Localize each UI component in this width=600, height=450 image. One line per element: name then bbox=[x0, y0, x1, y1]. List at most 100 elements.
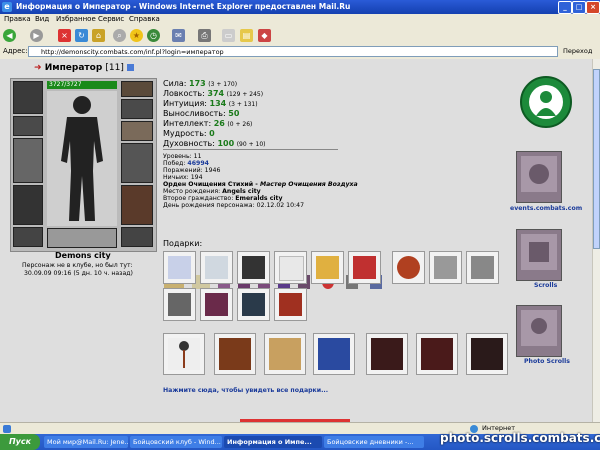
gift-item[interactable] bbox=[466, 251, 499, 284]
refresh-icon[interactable]: ↻ bbox=[75, 29, 88, 42]
gift-item-large[interactable] bbox=[466, 333, 508, 375]
silhouette-icon bbox=[61, 96, 103, 221]
task-button[interactable]: Мой мир@Mail.Ru: Jene... bbox=[44, 436, 128, 448]
favorites-star-icon[interactable]: ★ bbox=[130, 29, 143, 42]
events-link[interactable]: events.combats.com bbox=[510, 205, 582, 212]
gift-item[interactable] bbox=[237, 251, 270, 284]
info-icon[interactable] bbox=[127, 64, 135, 71]
character-level: [11] bbox=[105, 63, 124, 73]
hp-bar: 3727/3727 bbox=[47, 81, 117, 89]
gift-item[interactable] bbox=[163, 288, 196, 321]
url-text: http://demonscity.combats.com/inf.pl?log… bbox=[41, 48, 224, 56]
belt-slot[interactable] bbox=[13, 227, 43, 247]
print-icon[interactable]: ⎙ bbox=[198, 29, 211, 42]
gift-item[interactable] bbox=[163, 251, 196, 284]
gift-item-large[interactable] bbox=[416, 333, 458, 375]
task-button-active[interactable]: Информация о Импе... bbox=[224, 436, 322, 448]
minimize-button[interactable]: _ bbox=[558, 1, 572, 14]
shield-slot[interactable] bbox=[121, 143, 153, 183]
task-button[interactable]: Бойцовские дневники -... bbox=[324, 436, 424, 448]
history-icon[interactable]: ◷ bbox=[147, 29, 160, 42]
menu-edit[interactable]: Правка bbox=[4, 15, 31, 23]
gifts-label: Подарки: bbox=[163, 239, 203, 248]
stat-intuition: Интуиция: 134 (3 + 131) bbox=[163, 99, 258, 108]
gift-item[interactable] bbox=[429, 251, 462, 284]
gift-item-large[interactable] bbox=[163, 333, 205, 375]
arrow-icon: ➜ bbox=[34, 63, 42, 73]
scroll-icon bbox=[521, 234, 557, 270]
gift-item[interactable] bbox=[200, 288, 233, 321]
forward-icon[interactable]: ▶ bbox=[30, 29, 43, 42]
gift-item-large[interactable] bbox=[313, 333, 355, 375]
boots-slot[interactable] bbox=[121, 185, 153, 225]
stop-icon[interactable]: × bbox=[58, 29, 71, 42]
boots-slot-2[interactable] bbox=[121, 227, 153, 247]
info-order: Орден Очищения Стихий - Мастер Очищения … bbox=[163, 181, 358, 188]
scrolls-banner[interactable] bbox=[516, 229, 562, 281]
rings-slot[interactable] bbox=[47, 228, 117, 248]
search-icon[interactable]: ⌕ bbox=[113, 29, 126, 42]
maximize-button[interactable]: □ bbox=[572, 1, 586, 14]
more-gifts-link[interactable]: Нажмите сюда, чтобы увидеть все подарки.… bbox=[163, 387, 328, 394]
weapon-slot[interactable] bbox=[13, 138, 43, 183]
mail-icon[interactable]: ✉ bbox=[172, 29, 185, 42]
earrings-slot[interactable] bbox=[121, 99, 153, 119]
ie-icon: e bbox=[2, 2, 12, 12]
info-losses: Поражений: 1946 bbox=[163, 167, 221, 174]
task-button[interactable]: Бойцовский клуб - Wind... bbox=[130, 436, 222, 448]
gift-item[interactable] bbox=[311, 251, 344, 284]
go-button[interactable]: Переход bbox=[563, 47, 592, 55]
gift-item[interactable] bbox=[200, 251, 233, 284]
photo-scrolls-banner[interactable] bbox=[516, 305, 562, 357]
scrolls-link[interactable]: Scrolls bbox=[534, 282, 557, 289]
stat-agility: Ловкость: 374 (129 + 245) bbox=[163, 89, 264, 98]
address-label: Адрес: bbox=[3, 47, 28, 55]
menu-view[interactable]: Вид bbox=[35, 15, 49, 23]
watermark: photo.scrolls.combats.com bbox=[440, 431, 600, 445]
info-birthplace: Место рождения: Angels city bbox=[163, 188, 261, 195]
gift-item[interactable] bbox=[392, 251, 425, 284]
order-emblem[interactable] bbox=[520, 76, 572, 128]
start-button[interactable]: Пуск bbox=[0, 434, 40, 450]
page-content: ➜ Император [11] 3727/3727 Demons city П… bbox=[0, 59, 592, 422]
notes-icon[interactable]: ▤ bbox=[240, 29, 253, 42]
events-banner[interactable] bbox=[516, 151, 562, 203]
character-figure bbox=[47, 91, 117, 226]
scrollbar-thumb[interactable] bbox=[593, 69, 600, 249]
photo-scrolls-link[interactable]: Photo Scrolls bbox=[524, 358, 570, 365]
gift-item-large[interactable] bbox=[264, 333, 306, 375]
back-icon[interactable]: ◀ bbox=[3, 29, 16, 42]
gift-item[interactable] bbox=[237, 288, 270, 321]
url-input[interactable]: http://demonscity.combats.com/inf.pl?log… bbox=[28, 46, 558, 57]
menu-favorites[interactable]: Избранное bbox=[56, 15, 96, 23]
gift-item-large[interactable] bbox=[214, 333, 256, 375]
gloves-slot[interactable] bbox=[121, 121, 153, 141]
gift-item[interactable] bbox=[348, 251, 381, 284]
character-name[interactable]: Император bbox=[45, 63, 103, 73]
stat-endurance: Выносливость: 50 bbox=[163, 109, 240, 118]
window-title-bar: e Информация о Император - Windows Inter… bbox=[0, 0, 600, 14]
equipment-panel: 3727/3727 bbox=[10, 78, 157, 252]
stat-spirituality: Духовность: 100 (90 + 10) bbox=[163, 139, 266, 148]
home-icon[interactable]: ⌂ bbox=[92, 29, 105, 42]
info-level: Уровень: 11 bbox=[163, 153, 202, 160]
photo-icon bbox=[521, 310, 557, 346]
amulet-slot[interactable] bbox=[121, 81, 153, 97]
city-name: Demons city bbox=[55, 251, 111, 260]
toolbar: ◀ ▶ × ↻ ⌂ ⌕ ★ ◷ ✉ ⎙ ▭ ▤ ◆ bbox=[0, 26, 600, 46]
bracers-slot[interactable] bbox=[13, 116, 43, 136]
edit-page-icon[interactable]: ▭ bbox=[222, 29, 235, 42]
gift-item-large[interactable] bbox=[366, 333, 408, 375]
last-seen-text: 30.09.09 09:16 (5 дн. 10 ч. назад) bbox=[24, 270, 133, 277]
helmet-slot[interactable] bbox=[13, 81, 43, 114]
armor-slot[interactable] bbox=[13, 185, 43, 225]
research-icon[interactable]: ◆ bbox=[258, 29, 271, 42]
menu-help[interactable]: Справка bbox=[129, 15, 160, 23]
menu-tools[interactable]: Сервис bbox=[98, 15, 124, 23]
absence-text: Персонаж не в клубе, но был тут: bbox=[22, 262, 133, 269]
vertical-scrollbar[interactable] bbox=[592, 59, 600, 422]
info-birthday: День рождения персонажа: 02.12.02 10:47 bbox=[163, 202, 305, 209]
gift-item[interactable] bbox=[274, 251, 307, 284]
gift-item[interactable] bbox=[274, 288, 307, 321]
close-button[interactable]: × bbox=[586, 1, 600, 14]
